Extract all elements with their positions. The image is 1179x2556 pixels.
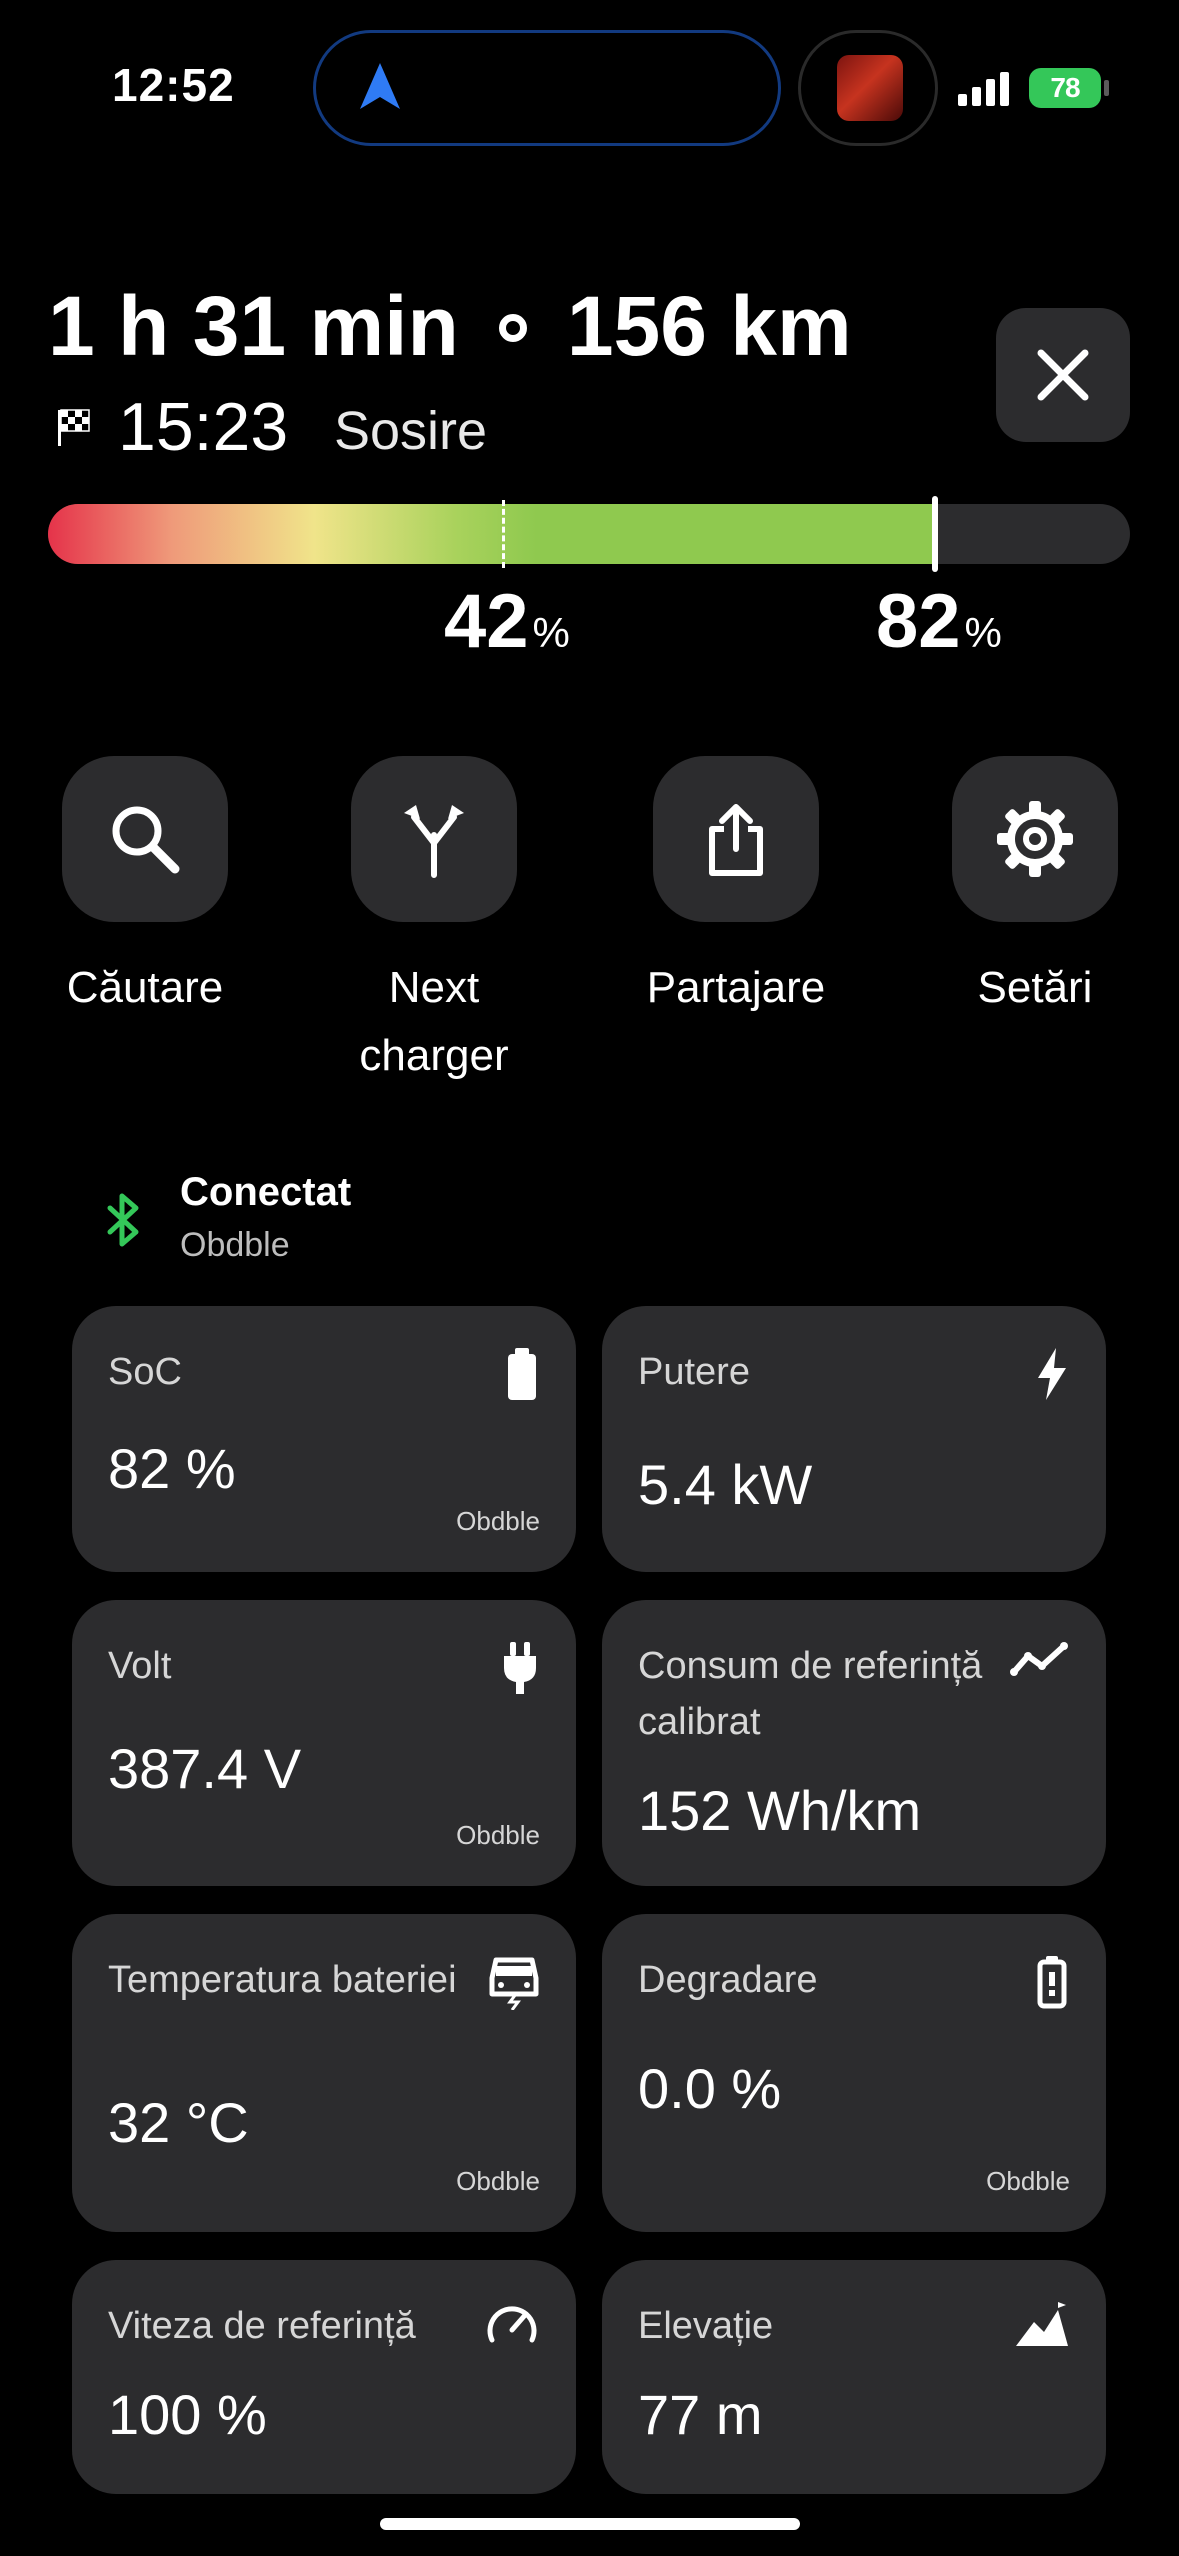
trip-distance: 156 km [566,279,852,373]
current-soc-value: 42 [444,579,529,664]
card-source: Obdble [456,1820,540,1850]
plug-icon [504,1642,536,1694]
card-reference-speed[interactable]: Viteza de referință 100 % [72,2260,576,2494]
card-value: 100 % [108,2383,267,2446]
card-title: Viteza de referință [108,2305,416,2347]
charge-progress-fill [48,504,936,564]
car-battery-icon [489,1957,539,2010]
card-value: 77 m [638,2383,763,2446]
bluetooth-icon [107,1193,139,1247]
battery-cap [1104,80,1109,96]
battery-health-icon [1037,1956,1067,2009]
battery-percent: 78 [1050,72,1080,103]
search-action[interactable]: Căutare [25,756,265,1022]
status-time: 12:52 [112,59,235,111]
card-battery-temperature[interactable]: Temperatura bateriei 32 °C Obdble [72,1914,576,2232]
charge-progress-bar [48,504,1130,564]
card-power[interactable]: Putere 5.4 kW [602,1306,1106,1572]
route-split-icon [404,805,464,878]
current-soc-marker [502,500,506,568]
card-value: 82 % [108,1437,236,1500]
share-icon [709,804,763,876]
arrival-time: 15:23 [118,389,289,465]
trend-icon [1010,1642,1068,1676]
close-button[interactable] [996,308,1130,442]
battery-level: 78 [1029,68,1101,108]
share-action[interactable]: Partajare [616,756,856,1022]
card-source: Obdble [456,1506,540,1536]
home-indicator[interactable] [380,2518,800,2530]
search-label: Căutare [66,963,224,1012]
share-label: Partajare [646,963,826,1012]
card-value: 32 °C [108,2091,249,2154]
cellular-signal-icon [958,72,1009,106]
trip-duration: 1 h 31 min [48,279,459,373]
elevation-icon [1016,2302,1068,2346]
card-value: 0.0 % [638,2057,782,2120]
close-icon [1037,349,1089,401]
card-elevation[interactable]: Elevație 77 m [602,2260,1106,2494]
share-button[interactable] [653,756,819,922]
separator-dot [498,313,527,342]
target-soc-marker [932,496,939,572]
next-charger-action[interactable]: Next charger [314,756,554,1090]
arrival-label: Sosire [334,401,488,461]
settings-action[interactable]: Setări [915,756,1155,1022]
trip-summary: 1 h 31 min 156 km [48,278,852,375]
card-title: Volt [108,1645,172,1687]
card-value: 387.4 V [108,1737,302,1800]
search-button[interactable] [62,756,228,922]
target-soc-value: 82 [876,579,961,664]
speedometer-icon [487,2306,537,2343]
card-source: Obdble [456,2166,540,2196]
search-icon [112,806,180,874]
connection-device: Obdble [180,1226,290,1264]
lightning-icon [1038,1348,1066,1400]
card-title: SoC [108,1351,182,1393]
card-title: Temperatura bateriei [108,1959,457,2001]
card-value: 152 Wh/km [638,1779,922,1842]
navigation-live-activity[interactable] [313,30,781,146]
settings-label: Setări [977,963,1093,1012]
card-title: Degradare [638,1959,818,2001]
card-title: Consum de referință calibrat [638,1645,983,1743]
current-soc-label: 42% [444,578,570,665]
card-value: 5.4 kW [638,1453,813,1516]
battery-icon [508,1348,536,1400]
settings-button[interactable] [952,756,1118,922]
card-source: Obdble [986,2166,1070,2196]
finish-flag-icon [58,409,90,446]
media-live-activity[interactable] [798,30,938,146]
next-charger-label: Next charger [359,963,509,1080]
card-title: Putere [638,1351,750,1393]
album-art [837,55,903,121]
percent-unit: % [532,609,570,656]
gear-icon [997,801,1073,877]
navigation-arrow-icon [360,63,400,109]
percent-unit: % [964,609,1002,656]
card-soc[interactable]: SoC 82 % Obdble [72,1306,576,1572]
card-consumption[interactable]: Consum de referință calibrat 152 Wh/km [602,1600,1106,1886]
card-title: Elevație [638,2305,774,2347]
card-volt[interactable]: Volt 387.4 V Obdble [72,1600,576,1886]
next-charger-button[interactable] [351,756,517,922]
connection-status: Conectat [180,1170,352,1214]
card-degradation[interactable]: Degradare 0.0 % Obdble [602,1914,1106,2232]
target-soc-label: 82% [876,578,1002,665]
